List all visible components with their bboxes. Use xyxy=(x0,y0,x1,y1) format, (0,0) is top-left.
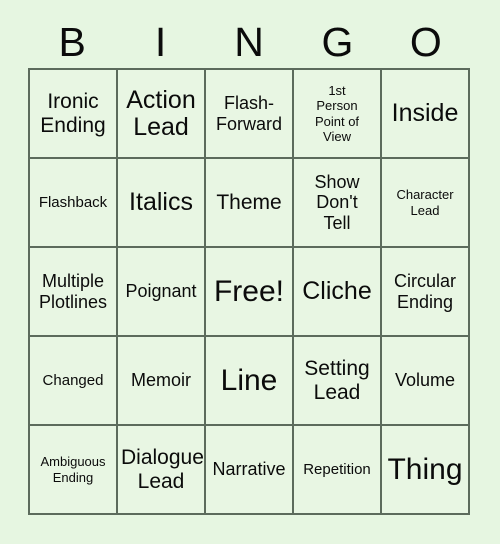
bingo-header-letter-n: N xyxy=(234,19,264,65)
bingo-cell[interactable]: Theme xyxy=(206,159,294,248)
bingo-cell[interactable]: Circular Ending xyxy=(382,248,470,337)
bingo-cell[interactable]: Action Lead xyxy=(118,70,206,159)
bingo-cell[interactable]: Setting Lead xyxy=(294,337,382,426)
bingo-cell[interactable]: Volume xyxy=(382,337,470,426)
bingo-cell-label: Multiple Plotlines xyxy=(38,271,108,312)
bingo-cell-label: Show Don't Tell xyxy=(314,172,360,233)
bingo-cell[interactable]: Line xyxy=(206,337,294,426)
bingo-cell[interactable]: 1st Person Point of View xyxy=(294,70,382,159)
bingo-cell-label: Inside xyxy=(391,99,459,128)
bingo-cell-label: Thing xyxy=(387,452,463,486)
bingo-cell-label: Narrative xyxy=(212,459,286,480)
bingo-cell-label: Ironic Ending xyxy=(40,90,106,137)
bingo-header-letter-g: G xyxy=(321,19,354,65)
bingo-cell[interactable]: Ironic Ending xyxy=(30,70,118,159)
bingo-cell-label: Memoir xyxy=(130,370,191,391)
bingo-cell-label: Cliche xyxy=(302,277,372,306)
bingo-cell-label: Ambiguous Ending xyxy=(40,454,106,485)
bingo-cell-label: Dialogue Lead xyxy=(121,446,204,493)
bingo-card: B I N G O Ironic Ending Action Lead Flash-… xyxy=(0,0,500,544)
bingo-cell-label: Italics xyxy=(129,188,193,217)
bingo-header-letter-o: O xyxy=(409,19,442,65)
bingo-cell[interactable]: Narrative xyxy=(206,426,294,515)
bingo-cell[interactable]: Flash- Forward xyxy=(206,70,294,159)
bingo-cell[interactable]: Flashback xyxy=(30,159,118,248)
bingo-cell-label: 1st Person Point of View xyxy=(314,82,360,144)
bingo-cell-label: Free! xyxy=(213,274,285,308)
bingo-cell[interactable]: Memoir xyxy=(118,337,206,426)
bingo-cell-label: Volume xyxy=(394,370,456,391)
bingo-header: B I N G O xyxy=(28,18,470,66)
bingo-cell-label: Theme xyxy=(216,190,282,214)
bingo-cell[interactable]: Thing xyxy=(382,426,470,515)
bingo-cell[interactable]: Changed xyxy=(30,337,118,426)
bingo-cell-label: Changed xyxy=(42,371,104,389)
bingo-grid: Ironic Ending Action Lead Flash- Forward 1s… xyxy=(28,68,470,515)
bingo-cell-label: Repetition xyxy=(303,460,371,478)
bingo-cell-label: Circular Ending xyxy=(393,271,456,312)
bingo-cell-label: Setting Lead xyxy=(304,357,370,404)
bingo-cell-label: Flashback xyxy=(38,193,108,211)
bingo-cell-label: Character Lead xyxy=(396,187,454,218)
bingo-cell-label: Action Lead xyxy=(126,86,196,141)
bingo-cell[interactable]: Italics xyxy=(118,159,206,248)
bingo-cell-label: Flash- Forward xyxy=(215,93,282,134)
bingo-cell[interactable]: Show Don't Tell xyxy=(294,159,382,248)
bingo-cell[interactable]: Multiple Plotlines xyxy=(30,248,118,337)
bingo-cell-label: Line xyxy=(220,363,278,397)
bingo-cell[interactable]: Poignant xyxy=(118,248,206,337)
bingo-cell[interactable]: Character Lead xyxy=(382,159,470,248)
bingo-cell[interactable]: Cliche xyxy=(294,248,382,337)
bingo-cell-label: Poignant xyxy=(125,281,197,302)
bingo-cell[interactable]: Free! xyxy=(206,248,294,337)
bingo-header-letter-i: I xyxy=(154,19,167,65)
bingo-cell[interactable]: Inside xyxy=(382,70,470,159)
bingo-cell[interactable]: Dialogue Lead xyxy=(118,426,206,515)
bingo-cell[interactable]: Ambiguous Ending xyxy=(30,426,118,515)
bingo-header-letter-b: B xyxy=(58,19,86,65)
bingo-cell[interactable]: Repetition xyxy=(294,426,382,515)
